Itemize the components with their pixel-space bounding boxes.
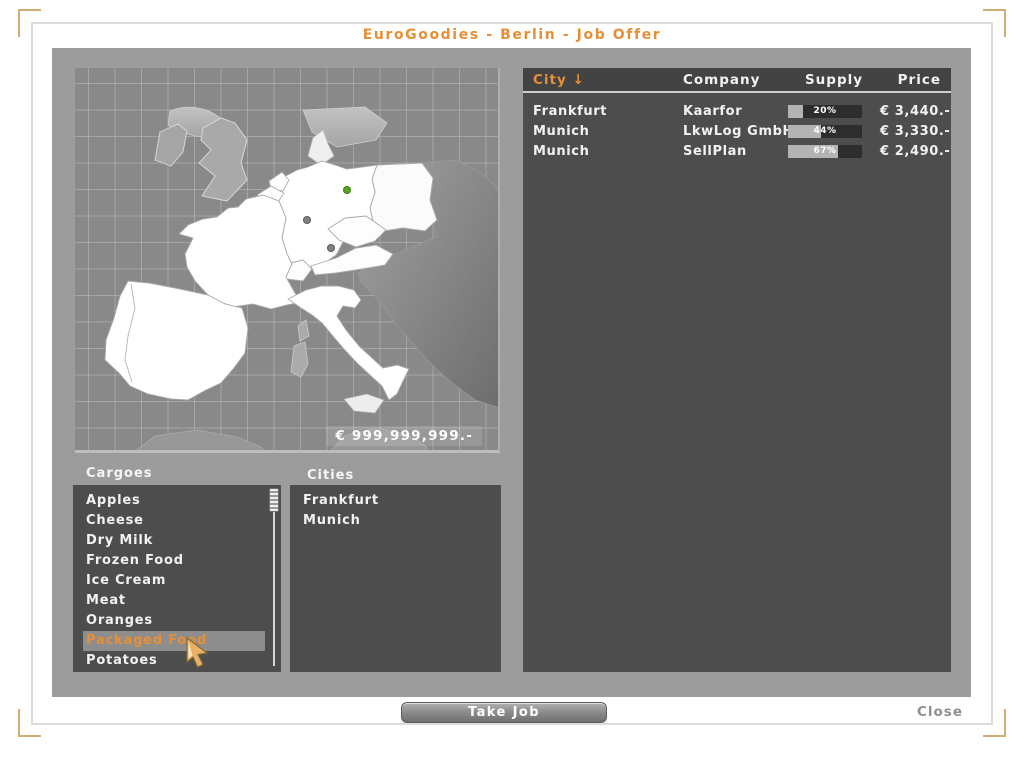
offer-city: Munich: [533, 143, 590, 159]
offer-supply: 44%: [788, 124, 880, 138]
offer-city: Frankfurt: [533, 103, 608, 119]
frankfurt-marker: [298, 211, 316, 229]
supply-percent: 67%: [813, 145, 837, 156]
cargo-item-label: Cheese: [86, 513, 144, 528]
supply-bar: 20%: [788, 104, 862, 118]
offer-row[interactable]: Munich LkwLog GmbH 44% € 3,330.-: [523, 121, 951, 141]
column-header-company[interactable]: Company: [683, 72, 788, 88]
sort-descending-icon: ↓: [572, 71, 585, 88]
cargo-item-label: Packaged Food: [86, 633, 207, 648]
job-offer-window: EuroGoodies - Berlin - Job Offer € 999,9…: [31, 22, 993, 725]
cargo-item-dry-milk[interactable]: Dry Milk: [73, 531, 281, 551]
offer-price: € 3,330.-: [880, 123, 951, 139]
cities-listbox: Frankfurt Munich: [290, 485, 501, 672]
job-offers-table: City ↓ Company Supply Price Frankfurt Kaa…: [523, 68, 951, 672]
cargoes-listbox: Apples Cheese Dry Milk Frozen Food Ice Cream…: [73, 485, 281, 672]
cargo-item-ice-cream[interactable]: Ice Cream: [73, 571, 281, 591]
scrollbar-thumb[interactable]: [269, 488, 279, 512]
cargo-item-label: Ice Cream: [86, 573, 167, 588]
supply-percent: 44%: [813, 125, 837, 136]
take-job-button[interactable]: Take Job: [401, 702, 607, 723]
offer-company: LkwLog GmbH: [683, 123, 794, 139]
munich-marker: [322, 239, 340, 257]
cargo-item-apples[interactable]: Apples: [73, 491, 281, 511]
table-header: City ↓ Company Supply Price: [523, 68, 951, 93]
column-header-city[interactable]: City ↓: [533, 72, 683, 88]
cargo-item-label: Oranges: [86, 613, 153, 628]
cargo-item-frozen-food[interactable]: Frozen Food: [73, 551, 281, 571]
offer-row[interactable]: Munich SellPlan 67% € 2,490.-: [523, 141, 951, 161]
column-header-supply[interactable]: Supply: [788, 72, 880, 88]
cargo-item-meat[interactable]: Meat: [73, 591, 281, 611]
offer-supply: 20%: [788, 104, 880, 118]
europe-map: € 999,999,999.-: [75, 68, 500, 453]
content-panel: € 999,999,999.- City ↓ Company Supply Pr…: [52, 48, 971, 697]
cargo-item-potatoes[interactable]: Potatoes: [73, 651, 281, 671]
cargo-item-label: Meat: [86, 593, 126, 608]
cargo-item-cheese[interactable]: Cheese: [73, 511, 281, 531]
offer-company: Kaarfor: [683, 103, 743, 119]
europe-landmass: [104, 106, 498, 450]
supply-percent: 20%: [813, 105, 837, 116]
offer-company: SellPlan: [683, 143, 747, 159]
supply-bar: 67%: [788, 144, 862, 158]
city-item-munich[interactable]: Munich: [290, 511, 501, 531]
money-display: € 999,999,999.-: [326, 426, 482, 446]
cargo-item-oranges[interactable]: Oranges: [73, 611, 281, 631]
close-button[interactable]: Close: [917, 704, 963, 720]
offer-city: Munich: [533, 123, 590, 139]
cities-label: Cities: [307, 468, 355, 483]
window-title: EuroGoodies - Berlin - Job Offer: [362, 27, 662, 43]
cargo-item-label: Apples: [86, 493, 141, 508]
column-header-price[interactable]: Price: [880, 72, 941, 88]
city-item-frankfurt[interactable]: Frankfurt: [290, 491, 501, 511]
offer-supply: 67%: [788, 144, 880, 158]
berlin-marker: [338, 181, 356, 199]
offer-price: € 3,440.-: [880, 103, 951, 119]
cargo-item-label: Frozen Food: [86, 553, 184, 568]
offer-price: € 2,490.-: [880, 143, 951, 159]
cargoes-label: Cargoes: [86, 466, 153, 481]
screen: EuroGoodies - Berlin - Job Offer € 999,9…: [0, 0, 1024, 768]
cargo-item-label: Potatoes: [86, 653, 158, 668]
cargo-item-label: Dry Milk: [86, 533, 154, 548]
supply-bar: 44%: [788, 124, 862, 138]
cargo-item-packaged-food[interactable]: Packaged Food: [73, 631, 281, 651]
table-body: Frankfurt Kaarfor 20% € 3,440.- Munich LkwLog…: [523, 101, 951, 161]
offer-row[interactable]: Frankfurt Kaarfor 20% € 3,440.-: [523, 101, 951, 121]
scrollbar-track[interactable]: [273, 490, 275, 666]
